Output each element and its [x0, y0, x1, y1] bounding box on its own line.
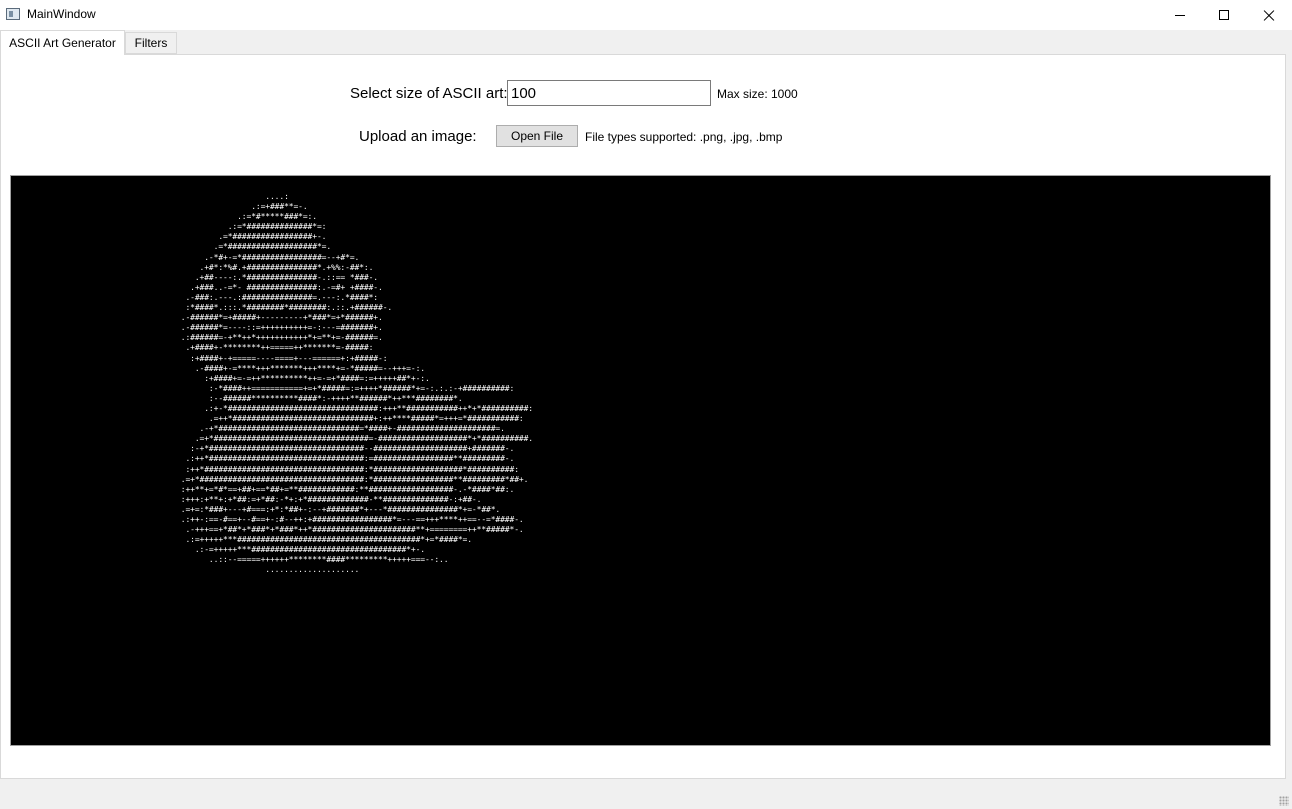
minimize-icon — [1175, 14, 1185, 16]
tab-strip: ASCII Art Generator Filters — [0, 30, 1292, 55]
max-size-label: Max size: 1000 — [717, 87, 798, 101]
ascii-art-text: ....: .:=+###**=-. .:=*#*****###*=:. .:=… — [180, 192, 533, 575]
window-title: MainWindow — [27, 7, 96, 21]
resize-grip-icon[interactable] — [1279, 796, 1289, 806]
size-label: Select size of ASCII art: — [350, 85, 508, 102]
minimize-button[interactable] — [1157, 0, 1203, 30]
tab-filters[interactable]: Filters — [125, 32, 177, 54]
close-icon — [1262, 8, 1276, 22]
maximize-icon — [1219, 10, 1229, 20]
maximize-button[interactable] — [1201, 0, 1247, 30]
tab-ascii-art-generator[interactable]: ASCII Art Generator — [0, 30, 125, 55]
open-file-button[interactable]: Open File — [496, 125, 578, 147]
size-input[interactable] — [507, 80, 711, 106]
app-window-icon — [6, 8, 20, 20]
ascii-art-display: ....: .:=+###**=-. .:=*#*****###*=:. .:=… — [10, 175, 1271, 746]
status-bar — [0, 779, 1292, 809]
upload-label: Upload an image: — [359, 128, 477, 145]
close-button[interactable] — [1246, 0, 1292, 30]
file-types-label: File types supported: .png, .jpg, .bmp — [585, 130, 783, 144]
title-bar: MainWindow — [0, 0, 1292, 30]
